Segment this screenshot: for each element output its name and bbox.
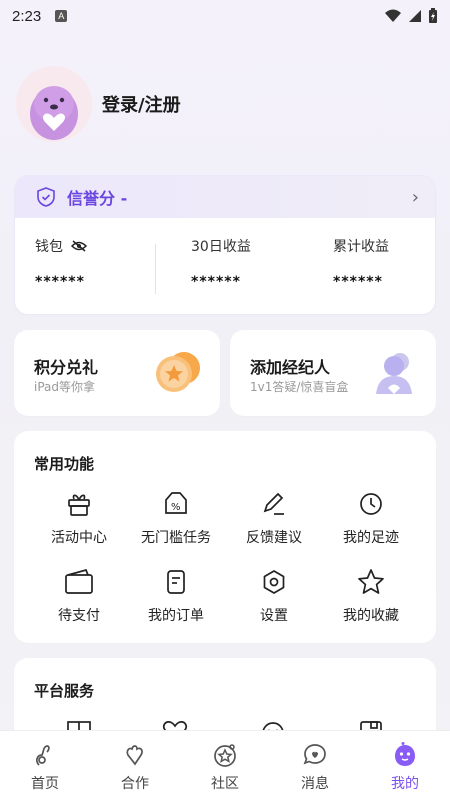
status-time: 2:23 (12, 7, 42, 25)
points-redeem-title: 积分兑礼 (34, 358, 99, 377)
add-agent-subtitle: 1v1答疑/惊喜盲盒 (250, 380, 349, 394)
status-icons (384, 8, 438, 24)
agent-person-icon (376, 353, 412, 394)
mine-icon (395, 742, 415, 766)
mascot-avatar-icon (30, 86, 78, 140)
star-icon (358, 569, 384, 594)
tab-community[interactable]: 社区 (180, 731, 270, 800)
feedback-item[interactable]: 反馈建议 (224, 489, 324, 547)
credit-card: 信誉分 - › 钱包 ****** 30日收益 ****** 累计收益 ****… (14, 175, 436, 315)
settings-item[interactable]: 设置 (224, 567, 324, 625)
handshake-icon (126, 745, 143, 766)
shield-icon (37, 187, 55, 207)
community-icon (214, 744, 236, 767)
tab-cooperation-label: 合作 (121, 776, 149, 792)
eye-hidden-icon[interactable] (71, 240, 87, 252)
settings-icon (263, 570, 285, 594)
activity-center-label: 活动中心 (51, 530, 107, 546)
my-orders-item[interactable]: 我的订单 (126, 567, 226, 625)
earnings-30d-stat[interactable]: 30日收益 ****** (191, 236, 251, 290)
clock-icon (360, 493, 382, 515)
home-icon (36, 745, 50, 766)
credit-score-title: 信誉分 - (67, 189, 128, 208)
profile-header[interactable]: 登录/注册 (16, 66, 181, 142)
pencil-icon (263, 492, 284, 515)
tab-community-label: 社区 (211, 776, 239, 792)
stats-divider (155, 244, 156, 294)
my-favorites-item[interactable]: 我的收藏 (321, 567, 421, 625)
avatar[interactable] (16, 66, 92, 142)
login-register-link[interactable]: 登录/注册 (102, 91, 181, 117)
wallet-icon (65, 569, 93, 594)
earnings-30d-value: ****** (191, 274, 241, 290)
svg-text:%: % (171, 502, 181, 513)
my-favorites-label: 我的收藏 (343, 608, 399, 624)
tab-messages-label: 消息 (301, 776, 329, 792)
activity-center-item[interactable]: 活动中心 (29, 489, 129, 547)
no-threshold-task-label: 无门槛任务 (141, 530, 211, 546)
tab-mine[interactable]: 我的 (360, 731, 450, 800)
order-icon (167, 570, 185, 594)
wifi-icon (385, 9, 401, 22)
total-earnings-stat[interactable]: 累计收益 ****** (333, 236, 389, 290)
total-earnings-label: 累计收益 (333, 239, 389, 255)
tab-mine-label: 我的 (391, 776, 419, 792)
notification-a-icon: A (55, 10, 68, 22)
tab-home-label: 首页 (31, 776, 59, 792)
wallet-value: ****** (35, 274, 85, 290)
add-agent-title: 添加经纪人 (250, 358, 331, 377)
signal-icon (409, 10, 421, 22)
common-functions-title: 常用功能 (34, 455, 95, 473)
settings-label: 设置 (260, 608, 288, 624)
points-redeem-subtitle: iPad等你拿 (34, 380, 96, 394)
tab-cooperation[interactable]: 合作 (90, 731, 180, 800)
gift-icon (68, 494, 90, 516)
add-agent-card[interactable]: 添加经纪人 1v1答疑/惊喜盲盒 (230, 330, 436, 416)
tab-home[interactable]: 首页 (0, 731, 90, 800)
platform-services-title: 平台服务 (34, 682, 95, 700)
my-footprint-item[interactable]: 我的足迹 (321, 489, 421, 547)
status-bar: 2:23 A (0, 0, 450, 32)
total-earnings-value: ****** (333, 274, 383, 290)
discount-tag-icon: % (165, 492, 187, 514)
my-footprint-label: 我的足迹 (343, 530, 399, 546)
earnings-30d-label: 30日收益 (191, 239, 251, 255)
wallet-label: 钱包 (35, 239, 63, 255)
earnings-stats: 钱包 ****** 30日收益 ****** 累计收益 ****** (15, 218, 435, 314)
coin-star-icon (156, 352, 200, 392)
credit-score-header[interactable]: 信誉分 - › (15, 176, 435, 218)
points-redeem-card[interactable]: 积分兑礼 iPad等你拿 (14, 330, 220, 416)
common-functions-section: 常用功能 活动中心 % 无门槛任务 反馈建议 我的足迹 待支付 我的订单 设置 … (14, 431, 436, 643)
my-orders-label: 我的订单 (148, 608, 204, 624)
message-icon (303, 744, 326, 765)
tab-messages[interactable]: 消息 (270, 731, 360, 800)
no-threshold-task-item[interactable]: % 无门槛任务 (126, 489, 226, 547)
pending-payment-item[interactable]: 待支付 (29, 567, 129, 625)
chevron-right-icon[interactable]: › (412, 187, 419, 208)
bottom-tab-bar: 首页 合作 社区 消息 我的 (0, 730, 450, 800)
pending-payment-label: 待支付 (58, 608, 100, 624)
battery-icon (429, 8, 437, 23)
feedback-label: 反馈建议 (246, 530, 302, 546)
wallet-stat[interactable]: 钱包 ****** (35, 236, 87, 290)
